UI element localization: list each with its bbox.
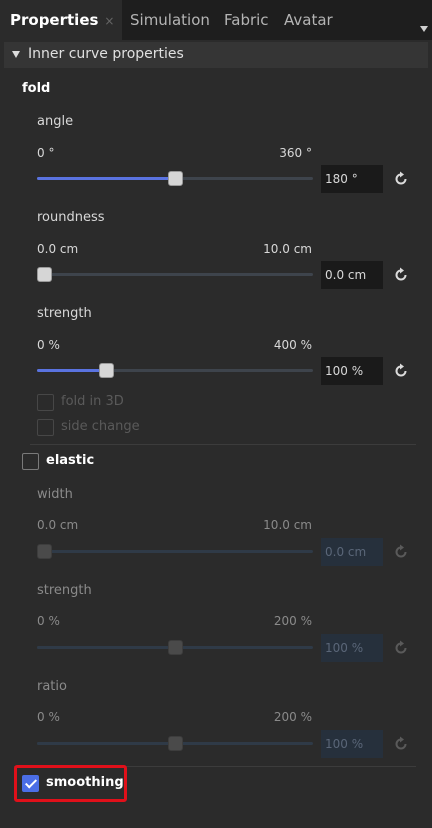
close-icon[interactable]: × <box>104 14 114 28</box>
roundness-label: roundness <box>37 210 105 225</box>
slider-handle[interactable] <box>168 736 183 751</box>
angle-value-input[interactable]: 180 ° <box>321 165 383 193</box>
elastic-checkbox[interactable] <box>22 453 39 470</box>
roundness-slider[interactable] <box>37 265 313 285</box>
reset-icon[interactable] <box>392 543 410 561</box>
reset-icon[interactable] <box>392 639 410 657</box>
divider <box>30 444 416 445</box>
strength-value-input[interactable]: 100 % <box>321 634 383 662</box>
roundness-min: 0.0 cm <box>37 242 79 256</box>
roundness-max: 10.0 cm <box>263 242 312 256</box>
width-value-input[interactable]: 0.0 cm <box>321 538 383 566</box>
strength-min: 0 % <box>37 338 60 352</box>
slider-handle[interactable] <box>37 267 52 282</box>
width-min: 0.0 cm <box>37 518 79 532</box>
width-label: width <box>37 487 73 502</box>
strength-max: 200 % <box>273 614 312 628</box>
tab-avatar[interactable]: Avatar <box>274 0 340 40</box>
tab-menu-arrow-icon[interactable] <box>420 26 428 32</box>
strength-min: 0 % <box>37 614 60 628</box>
slider-track <box>37 273 313 276</box>
tab-bar: Properties × Simulation Fabric Avatar <box>0 0 432 40</box>
triangle-down-icon <box>12 51 20 58</box>
angle-max: 360 ° <box>279 146 312 160</box>
side-change-checkbox[interactable] <box>37 419 54 436</box>
strength-label: strength <box>37 583 92 598</box>
slider-handle[interactable] <box>168 171 183 186</box>
tab-properties-label: Properties <box>10 11 99 29</box>
angle-min: 0 ° <box>37 146 55 160</box>
slider-handle[interactable] <box>168 640 183 655</box>
slider-track <box>37 550 313 553</box>
ratio-min: 0 % <box>37 710 60 724</box>
slider-fill <box>37 369 106 372</box>
reset-icon[interactable] <box>392 266 410 284</box>
section-header-inner-curve[interactable]: Inner curve properties <box>4 42 428 68</box>
reset-icon[interactable] <box>392 362 410 380</box>
reset-icon[interactable] <box>392 170 410 188</box>
section-title: Inner curve properties <box>28 46 184 62</box>
ratio-label: ratio <box>37 679 67 694</box>
slider-handle[interactable] <box>37 544 52 559</box>
fold-group-title: fold <box>22 81 51 96</box>
ratio-value-input[interactable]: 100 % <box>321 730 383 758</box>
side-change-label: side change <box>61 419 140 434</box>
angle-slider[interactable] <box>37 169 313 189</box>
tab-simulation[interactable]: Simulation <box>122 0 214 40</box>
slider-fill <box>37 646 175 649</box>
reset-icon[interactable] <box>392 735 410 753</box>
strength-slider[interactable] <box>37 361 313 381</box>
slider-fill <box>37 742 175 745</box>
ratio-slider[interactable] <box>37 734 313 754</box>
strength-label: strength <box>37 306 92 321</box>
fold-in-3d-label: fold in 3D <box>61 394 124 409</box>
highlight-box <box>14 765 127 802</box>
slider-fill <box>37 177 175 180</box>
width-slider[interactable] <box>37 542 313 562</box>
tab-properties[interactable]: Properties × <box>0 0 122 40</box>
tab-fabric[interactable]: Fabric <box>214 0 274 40</box>
slider-handle[interactable] <box>99 363 114 378</box>
strength-max: 400 % <box>273 338 312 352</box>
roundness-value-input[interactable]: 0.0 cm <box>321 261 383 289</box>
strength-slider[interactable] <box>37 638 313 658</box>
width-max: 10.0 cm <box>263 518 312 532</box>
elastic-label: elastic <box>46 453 95 468</box>
ratio-max: 200 % <box>273 710 312 724</box>
fold-in-3d-checkbox[interactable] <box>37 394 54 411</box>
strength-value-input[interactable]: 100 % <box>321 357 383 385</box>
angle-label: angle <box>37 114 74 129</box>
